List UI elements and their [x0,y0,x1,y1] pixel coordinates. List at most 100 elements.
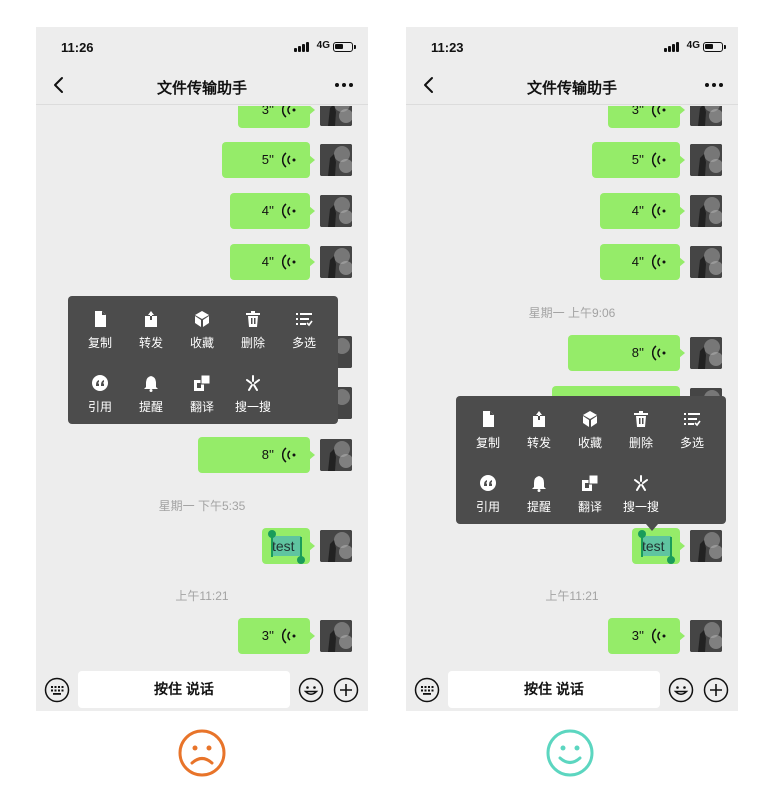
avatar[interactable] [320,439,352,471]
voice-wave-icon [282,203,296,219]
chat-area: 3'' 5'' 4'' 4'' 星期一 上午9:06 8'' test 上午11… [406,106,738,668]
avatar[interactable] [320,106,352,126]
avatar[interactable] [320,530,352,562]
menu-item-search[interactable]: 搜一搜 [227,368,279,418]
translate-icon [194,374,211,391]
plus-circle-icon[interactable] [703,677,729,703]
cube-icon [583,411,597,427]
menu-label: 提醒 [526,500,551,514]
menu-item-multi-select[interactable]: 多选 [666,404,718,454]
voice-message[interactable]: 4'' [600,244,685,280]
voice-wave-icon [282,106,296,118]
voice-wave-icon [282,152,296,168]
input-bar: 按住 说话 [414,671,744,709]
plus-circle-icon[interactable] [333,677,359,703]
voice-message[interactable]: 4'' [230,244,315,280]
translate-icon [582,474,599,491]
voice-duration: 5'' [631,152,644,167]
battery-icon [703,42,726,52]
menu-label: 翻译 [189,400,214,414]
more-icon[interactable] [332,75,356,95]
menu-item-favorite[interactable]: 收藏 [176,304,228,354]
menu-label: 提醒 [138,400,163,414]
text-selection[interactable]: test [271,536,301,556]
menu-label: 删除 [628,436,653,450]
avatar[interactable] [320,144,352,176]
keyboard-icon[interactable] [414,677,440,703]
more-icon[interactable] [702,75,726,95]
voice-message[interactable]: 4'' [600,193,685,229]
voice-duration: 3'' [631,628,644,643]
menu-item-copy[interactable]: 复制 [74,304,126,354]
text-message[interactable]: test [632,528,685,564]
status-time: 11:23 [431,40,464,55]
menu-item-remind[interactable]: 提醒 [513,468,565,518]
voice-duration: 4'' [631,203,644,218]
voice-wave-icon [652,254,666,270]
avatar[interactable] [690,144,722,176]
avatar[interactable] [690,530,722,562]
list-check-icon [296,313,313,327]
voice-message[interactable]: 5'' [592,142,685,178]
voice-duration: 8'' [631,345,644,360]
menu-label: 搜一搜 [622,500,659,514]
text-selection[interactable]: test [641,536,671,556]
hold-to-talk-button[interactable]: 按住 说话 [78,671,290,708]
voice-duration: 3'' [631,106,644,117]
voice-message[interactable]: 3'' [238,106,315,128]
voice-duration: 4'' [631,254,644,269]
voice-message[interactable]: 8'' [568,335,685,371]
menu-item-search[interactable]: 搜一搜 [615,468,667,518]
selection-handle-start[interactable] [638,530,646,557]
menu-label: 搜一搜 [234,400,271,414]
menu-item-translate[interactable]: 翻译 [564,468,616,518]
menu-item-forward[interactable]: 转发 [125,304,177,354]
avatar[interactable] [690,337,722,369]
voice-message[interactable]: 5'' [222,142,315,178]
avatar[interactable] [690,106,722,126]
avatar[interactable] [690,195,722,227]
keyboard-icon[interactable] [44,677,70,703]
menu-item-multi-select[interactable]: 多选 [278,304,330,354]
timestamp: 上午11:21 [175,589,229,603]
menu-item-copy[interactable]: 复制 [462,404,514,454]
voice-message[interactable]: 4'' [230,193,315,229]
text-message[interactable]: test [262,528,315,564]
quote-icon [92,375,108,391]
menu-item-forward[interactable]: 转发 [513,404,565,454]
menu-item-delete[interactable]: 删除 [227,304,279,354]
timestamp: 上午11:21 [545,589,599,603]
voice-message[interactable]: 8'' [198,437,315,473]
timestamp: 星期一 下午5:35 [158,499,246,513]
message-text: test [272,538,295,554]
menu-item-quote[interactable]: 引用 [462,468,514,518]
voice-message[interactable]: 3'' [608,106,685,128]
menu-label: 删除 [240,336,265,350]
avatar[interactable] [690,246,722,278]
avatar[interactable] [320,620,352,652]
selection-handle-end[interactable] [297,537,305,564]
message-text: test [642,538,665,554]
emoji-icon[interactable] [298,677,324,703]
selection-handle-end[interactable] [667,537,675,564]
menu-label: 复制 [87,336,112,350]
menu-item-translate[interactable]: 翻译 [176,368,228,418]
emoji-icon[interactable] [668,677,694,703]
avatar[interactable] [320,246,352,278]
menu-item-delete[interactable]: 删除 [615,404,667,454]
avatar[interactable] [690,620,722,652]
voice-duration: 4'' [261,203,274,218]
menu-item-quote[interactable]: 引用 [74,368,126,418]
hold-to-talk-button[interactable]: 按住 说话 [448,671,660,708]
menu-item-favorite[interactable]: 收藏 [564,404,616,454]
menu-item-remind[interactable]: 提醒 [125,368,177,418]
document-icon [483,411,494,427]
menu-label: 多选 [679,436,704,450]
status-time: 11:26 [61,40,94,55]
avatar[interactable] [320,195,352,227]
menu-label: 收藏 [577,436,602,450]
voice-message[interactable]: 3'' [608,618,685,654]
selection-handle-start[interactable] [268,530,276,557]
voice-message[interactable]: 3'' [238,618,315,654]
voice-duration: 8'' [261,447,274,462]
